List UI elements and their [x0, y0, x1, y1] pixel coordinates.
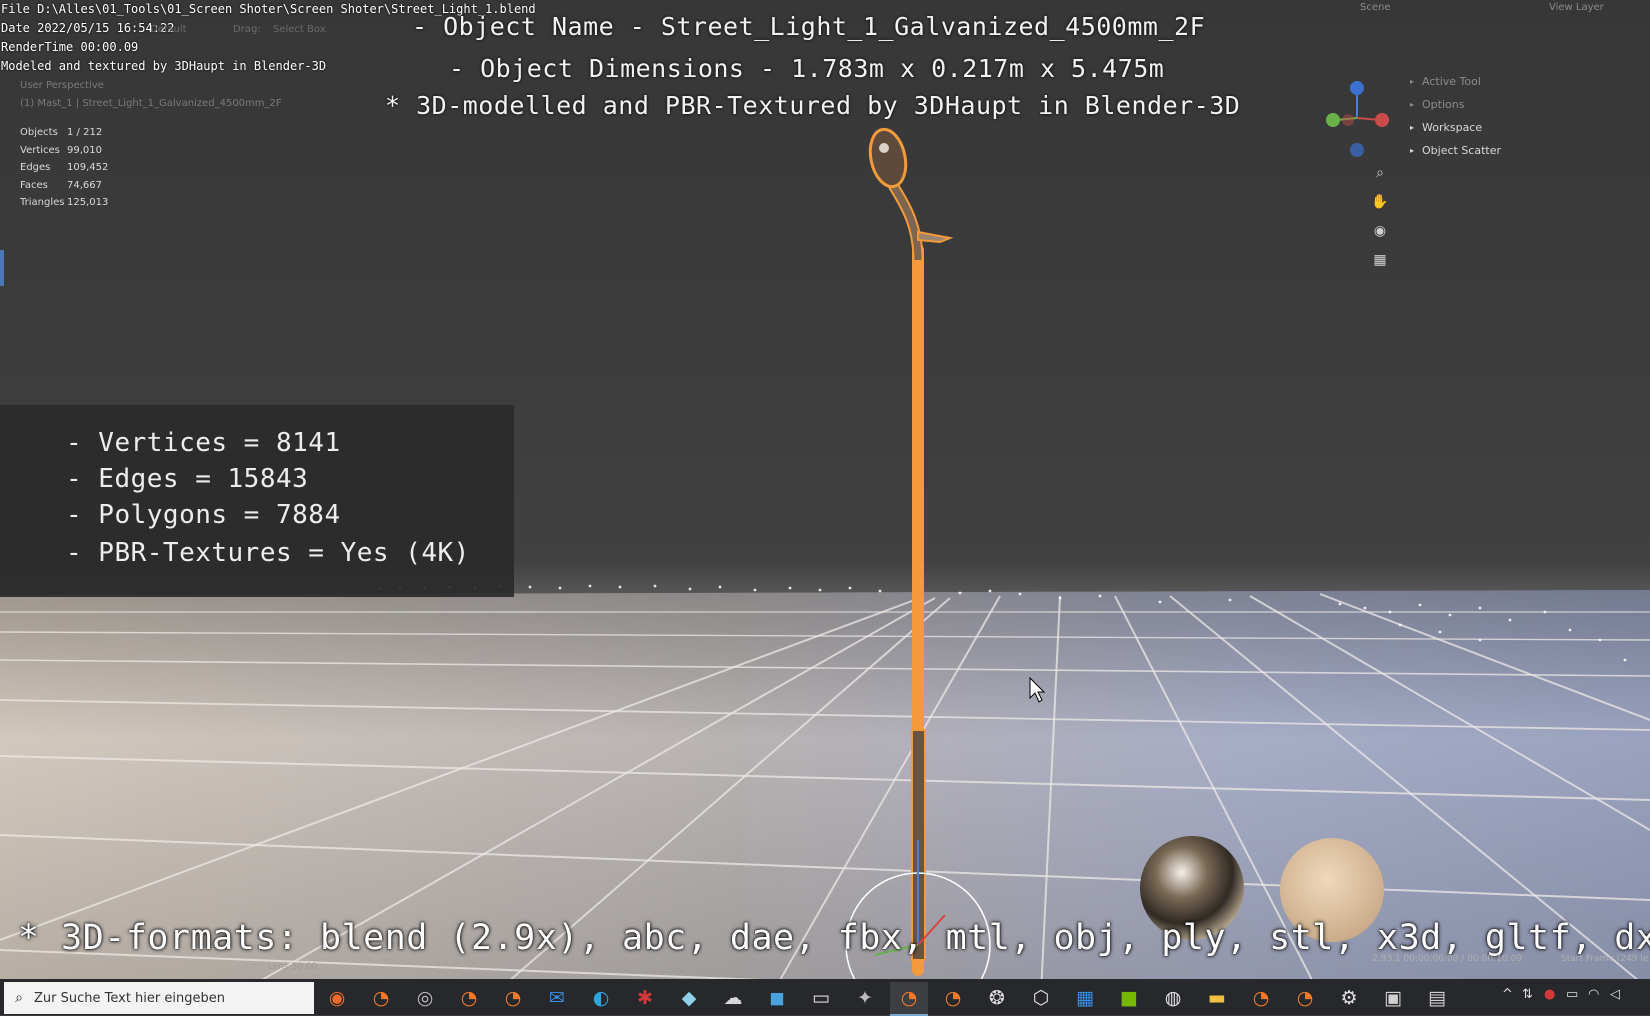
- terminal-icon[interactable]: ▭: [802, 982, 840, 1014]
- viewport-perspective-label: User Perspective: [20, 80, 104, 91]
- tray-battery-icon[interactable]: ▭: [1566, 987, 1578, 1002]
- stat-value: 109,452: [67, 162, 109, 174]
- object-name-title: - Object Name - Street_Light_1_Galvanize…: [412, 12, 1206, 41]
- scene-selector[interactable]: Scene: [1360, 2, 1391, 13]
- windows-taskbar: ⌕ Zur Suche Text hier eingeben ◉ ◔ ◎ ◔ ◔…: [0, 979, 1650, 1016]
- object-dimensions-title: - Object Dimensions - 1.783m x 0.217m x …: [449, 54, 1165, 83]
- panel-options[interactable]: ▸ Options: [1406, 93, 1650, 116]
- start-frame-label: Start Frame (249 le: [1561, 954, 1649, 964]
- blender-icon[interactable]: ◔: [362, 982, 400, 1014]
- edge-icon[interactable]: ◐: [582, 982, 620, 1014]
- orientation-dropdown[interactable]: Default: [150, 24, 187, 35]
- folder-icon[interactable]: ▬: [1198, 982, 1236, 1014]
- camera-icon[interactable]: ◉: [1369, 220, 1391, 242]
- app-icon[interactable]: ▣: [1374, 982, 1412, 1014]
- tray-chevron-icon[interactable]: ^: [1502, 987, 1513, 1002]
- stat-value: 1 / 212: [67, 127, 103, 139]
- stat-value: 125,013: [67, 197, 109, 209]
- panel-label: Active Tool: [1422, 75, 1481, 88]
- stat-row: Objects 1 / 212: [20, 124, 108, 142]
- stat-label: Triangles: [20, 197, 65, 209]
- settings-icon[interactable]: ⚙: [1330, 982, 1368, 1014]
- stat-value: 74,667: [67, 179, 102, 191]
- mail-icon[interactable]: ✉: [538, 982, 576, 1014]
- viewport-collection-label: (1) Mast_1 | Street_Light_1_Galvanized_4…: [20, 98, 282, 109]
- blender-icon[interactable]: ◔: [1286, 982, 1324, 1014]
- drag-label: Drag:: [233, 24, 261, 35]
- stat-label: Faces: [20, 179, 48, 191]
- render-date-line: Date 2022/05/15 16:54:22: [1, 21, 175, 35]
- app-icon[interactable]: ◆: [670, 982, 708, 1014]
- stat-label: Objects: [20, 127, 58, 139]
- cube-icon[interactable]: ⬡: [1022, 982, 1060, 1014]
- panel-label: Options: [1422, 98, 1465, 111]
- panel-workspace[interactable]: ▸ Workspace: [1406, 116, 1650, 139]
- app-icon[interactable]: ✦: [846, 982, 884, 1014]
- blender-icon[interactable]: ◔: [1242, 982, 1280, 1014]
- app-icon[interactable]: ◼: [758, 982, 796, 1014]
- pan-hand-icon[interactable]: ✋: [1369, 191, 1391, 213]
- grid-view-icon[interactable]: ▦: [1369, 249, 1391, 271]
- app-icon[interactable]: ◍: [1154, 982, 1192, 1014]
- panel-label: Object Scatter: [1422, 144, 1502, 157]
- zoom-icon[interactable]: ⌕: [1369, 162, 1391, 184]
- version-time-label: 2.93.1 00:00:00:00 / 00:00:10:09: [1372, 954, 1523, 964]
- scene-statistics: Objects 1 / 212 Vertices 99,010 Edges 109,4…: [20, 124, 108, 212]
- search-placeholder: Zur Suche Text hier eingeben: [34, 990, 225, 1006]
- sidebar-tool-panel: ▸ Active Tool ▸ Options ▸ Workspace ▸ Object…: [1406, 70, 1650, 162]
- stat-label: Vertices: [20, 144, 60, 156]
- expand-triangle-icon: ▸: [1410, 146, 1415, 155]
- tray-wifi-icon[interactable]: ◠: [1588, 987, 1599, 1002]
- modelled-by-title: * 3D-modelled and PBR-Textured by 3DHaup…: [385, 91, 1241, 120]
- spec-vertices: - Vertices = 8141: [66, 428, 341, 458]
- tray-volume-icon[interactable]: ◁: [1610, 987, 1620, 1002]
- obs-icon[interactable]: ◎: [406, 982, 444, 1014]
- app-icon[interactable]: ▤: [1418, 982, 1456, 1014]
- nvidia-icon[interactable]: ■: [1110, 982, 1148, 1014]
- tray-shield-icon[interactable]: ●: [1544, 987, 1555, 1002]
- firefox-icon[interactable]: ◉: [318, 982, 356, 1014]
- stat-row: Vertices 99,010: [20, 142, 108, 160]
- app-icon[interactable]: ✱: [626, 982, 664, 1014]
- stat-value: 99,010: [67, 144, 102, 156]
- panda-icon[interactable]: ❂: [978, 982, 1016, 1014]
- spec-edges: - Edges = 15843: [66, 464, 309, 494]
- drag-select-dropdown[interactable]: Select Box: [273, 24, 326, 35]
- taskbar-search-box[interactable]: ⌕ Zur Suche Text hier eingeben: [4, 982, 314, 1014]
- search-icon: ⌕: [15, 990, 23, 1006]
- axis-navigation-gizmo[interactable]: [1326, 81, 1389, 157]
- expand-triangle-icon: ▸: [1410, 123, 1415, 132]
- specs-panel: - Vertices = 8141 - Edges = 15843 - Poly…: [0, 405, 514, 597]
- blender-icon[interactable]: ◔: [934, 982, 972, 1014]
- stat-row: Triangles 125,013: [20, 194, 108, 212]
- credit-line: Modeled and textured by 3DHaupt in Blend…: [1, 59, 327, 73]
- app-icon[interactable]: ☁: [714, 982, 752, 1014]
- calendar-icon[interactable]: ▦: [1066, 982, 1104, 1014]
- spec-pbr-textures: - PBR-Textures = Yes (4K): [66, 538, 470, 568]
- expand-triangle-icon: ▸: [1410, 77, 1415, 86]
- left-toolbar-indicator: [0, 250, 4, 286]
- formats-line: * 3D-formats: blend (2.9x), abc, dae, fb…: [18, 918, 1650, 958]
- render-time-line: RenderTime 00:00.09: [1, 40, 139, 54]
- 3d-viewport[interactable]: File D:\Alles\01_Tools\01_Screen Shoter\…: [0, 0, 1650, 1015]
- view-layer-selector[interactable]: View Layer: [1549, 2, 1604, 13]
- tray-network-icon[interactable]: ⇅: [1522, 987, 1533, 1002]
- stat-label: Edges: [20, 162, 51, 174]
- blender-icon[interactable]: ◔: [494, 982, 532, 1014]
- blender-icon[interactable]: ◔: [890, 982, 928, 1016]
- stat-row: Edges 109,452: [20, 159, 108, 177]
- blender-icon[interactable]: ◔: [450, 982, 488, 1014]
- panel-object-scatter[interactable]: ▸ Object Scatter: [1406, 139, 1650, 162]
- stat-row: Faces 74,667: [20, 177, 108, 195]
- panel-active-tool[interactable]: ▸ Active Tool: [1406, 70, 1650, 93]
- panel-label: Workspace: [1422, 121, 1483, 134]
- spec-polygons: - Polygons = 7884: [66, 500, 341, 530]
- lens-label: Lens 50.00: [268, 962, 318, 972]
- status-bar: Lens 50.00 2.93.1 00:00:00:00 / 00:00:10…: [0, 954, 1650, 974]
- expand-triangle-icon: ▸: [1410, 100, 1415, 109]
